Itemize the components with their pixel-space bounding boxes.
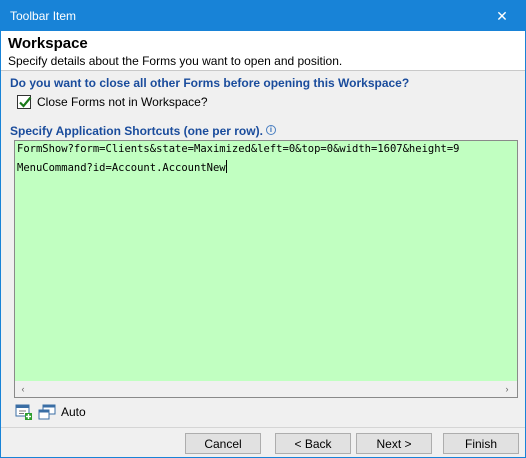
wizard-header: Workspace Specify details about the Form… <box>1 31 525 71</box>
scroll-right-icon[interactable]: › <box>501 382 513 396</box>
text-caret <box>225 160 227 173</box>
page-title: Workspace <box>8 35 88 52</box>
close-forms-checkbox-row[interactable]: Close Forms not in Workspace? <box>17 94 208 110</box>
close-forms-checkbox[interactable] <box>17 95 32 109</box>
shortcut-line: FormShow?form=Clients&state=Maximized&le… <box>17 143 460 155</box>
dialog-window: Toolbar Item ✕ Workspace Specify details… <box>0 0 526 458</box>
shortcuts-label-text: Specify Application Shortcuts (one per r… <box>10 124 263 138</box>
back-button[interactable]: < Back <box>275 433 351 454</box>
close-icon[interactable]: ✕ <box>479 1 525 31</box>
shortcuts-editor[interactable]: FormShow?form=Clients&state=Maximized&le… <box>14 140 518 398</box>
close-forms-question: Do you want to close all other Forms bef… <box>10 76 410 90</box>
scroll-left-icon[interactable]: ‹ <box>17 382 29 396</box>
page-subtitle: Specify details about the Forms you want… <box>8 54 343 68</box>
cancel-button[interactable]: Cancel <box>185 433 261 454</box>
shortcut-line: MenuCommand?id=Account.AccountNew <box>17 160 227 174</box>
close-forms-checkbox-label[interactable]: Close Forms not in Workspace? <box>37 95 208 109</box>
checkmark-icon <box>19 96 32 108</box>
editor-toolbar: Auto <box>14 401 86 423</box>
add-form-icon[interactable] <box>14 402 34 422</box>
info-icon[interactable]: i <box>265 125 276 135</box>
finish-button[interactable]: Finish <box>443 433 519 454</box>
shortcut-line-text: MenuCommand?id=Account.AccountNew <box>17 162 226 174</box>
next-button[interactable]: Next > <box>356 433 432 454</box>
footer-divider <box>1 427 525 428</box>
horizontal-scrollbar[interactable]: ‹ › <box>15 381 517 397</box>
title-bar: Toolbar Item ✕ <box>1 1 525 31</box>
shortcuts-label: Specify Application Shortcuts (one per r… <box>10 124 276 138</box>
window-title: Toolbar Item <box>10 9 77 23</box>
windows-layout-icon[interactable] <box>37 402 57 422</box>
auto-label[interactable]: Auto <box>61 405 86 419</box>
